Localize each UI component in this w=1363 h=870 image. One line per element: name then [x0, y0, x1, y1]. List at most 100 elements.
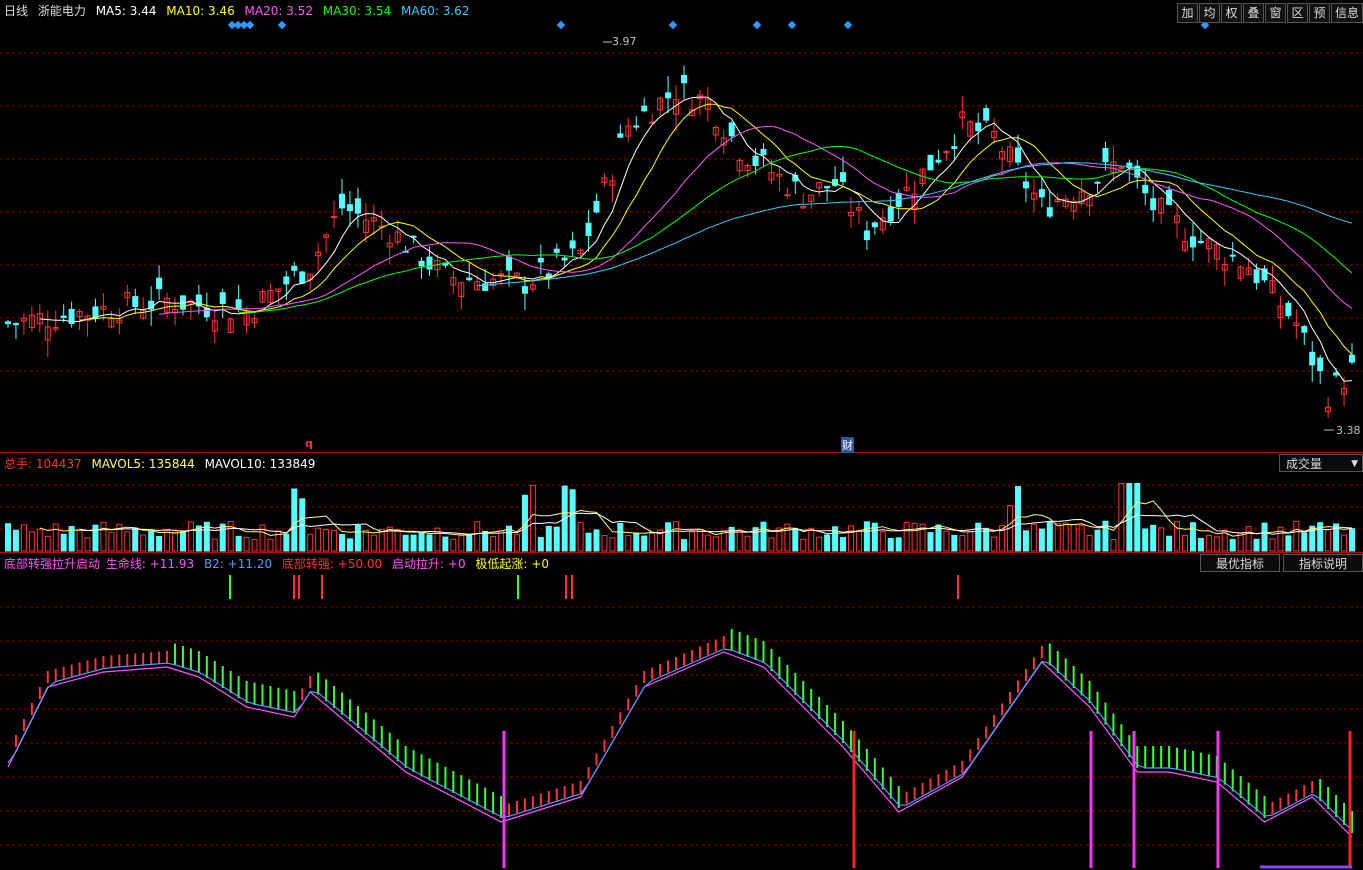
toolbar-overlay-button[interactable]: 叠: [1243, 3, 1264, 23]
candle-body: [633, 125, 640, 128]
volume-bar: [331, 530, 338, 552]
candle-body: [1349, 354, 1355, 363]
volume-bar: [36, 528, 43, 552]
volume-bar: [1022, 530, 1029, 552]
volume-bar: [354, 524, 361, 552]
volume-bar: [1317, 522, 1324, 552]
volume-bar: [466, 534, 473, 552]
candle-body: [975, 122, 982, 132]
volume-bar: [1341, 534, 1348, 552]
indicator-chart[interactable]: [0, 553, 1363, 870]
toolbar-window-button[interactable]: 窗: [1265, 3, 1286, 23]
volume-bar: [1197, 537, 1204, 552]
candle-body: [728, 122, 735, 137]
volume-bar: [633, 532, 640, 552]
indicator-description-button[interactable]: 指标说明: [1283, 554, 1363, 572]
volume-bar: [577, 522, 584, 552]
candle-body: [1014, 147, 1021, 163]
candle-body: [1166, 189, 1173, 205]
candle-body: [545, 273, 552, 278]
candle-body: [665, 92, 672, 99]
volume-bar: [863, 521, 870, 552]
candle-body: [498, 273, 505, 276]
volume-bar: [1181, 534, 1188, 552]
high-price-label: 3.97: [612, 35, 637, 48]
volume-bar: [840, 537, 847, 552]
volume-bar: [609, 537, 616, 552]
candle-body: [553, 248, 560, 253]
q-marker[interactable]: q: [305, 437, 313, 450]
volume-bar: [951, 534, 958, 552]
toolbar-range-button[interactable]: 区: [1287, 3, 1308, 23]
volume-bar: [1349, 528, 1355, 552]
volume-bar: [267, 538, 274, 552]
volume-bar: [179, 530, 186, 552]
volume-bar: [243, 536, 250, 552]
volume-bar: [625, 535, 632, 552]
best-indicator-button[interactable]: 最优指标: [1200, 554, 1280, 572]
volume-bar: [911, 522, 918, 552]
volume-bar: [394, 529, 401, 552]
candle-body: [1046, 207, 1053, 217]
volume-bar: [76, 529, 83, 552]
volume-bar: [720, 530, 727, 552]
candle-body: [1038, 189, 1045, 198]
volume-bar: [482, 530, 489, 552]
volume-bar: [172, 531, 179, 552]
volume-bar: [903, 521, 910, 552]
finance-marker[interactable]: 财: [841, 437, 854, 453]
volume-bar: [339, 534, 346, 552]
volume-bar: [927, 532, 934, 552]
toolbar-add-button[interactable]: 加: [1177, 3, 1198, 23]
volume-bar: [1189, 522, 1196, 552]
toolbar-forecast-button[interactable]: 预: [1309, 3, 1330, 23]
volume-bar: [768, 537, 775, 552]
volume-bar: [1253, 538, 1260, 552]
volume-bar: [959, 535, 966, 552]
ma5-line: [39, 96, 1353, 382]
candle-body: [943, 151, 950, 154]
volume-bar: [1110, 538, 1117, 552]
candle-body: [760, 148, 767, 155]
signal-diamond-icon: [752, 20, 762, 30]
candle-body: [1102, 148, 1109, 163]
volume-header: 总手: 104437 MAVOL5: 135844 MAVOL10: 13384…: [4, 456, 321, 472]
volume-bar: [824, 534, 831, 552]
volume-panel[interactable]: 总手: 104437 MAVOL5: 135844 MAVOL10: 13384…: [0, 453, 1363, 553]
candlestick-chart[interactable]: [0, 0, 1363, 452]
candle-body: [561, 257, 568, 261]
candle-body: [784, 194, 791, 197]
volume-bar: [378, 529, 385, 552]
signal-diamond-icon: [245, 20, 255, 30]
candle-body: [5, 321, 11, 325]
mavol10-line: [79, 512, 1353, 535]
indicator-panel[interactable]: 底部转强拉升启动 生命线: +11.93 B2: +11.20 底部转强: +5…: [0, 553, 1363, 870]
volume-bar: [410, 534, 417, 552]
volume-bar: [943, 530, 950, 552]
volume-bar: [187, 521, 194, 552]
volume-indicator-select[interactable]: 成交量 ▼: [1279, 454, 1363, 472]
volume-bar: [52, 523, 59, 552]
candle-body: [466, 277, 473, 281]
volume-bar: [1229, 539, 1236, 552]
candle-body: [1309, 351, 1316, 366]
volume-bar: [760, 521, 767, 552]
price-panel[interactable]: 日线 浙能电力 MA5: 3.44 MA10: 3.46 MA20: 3.52 …: [0, 0, 1363, 453]
volume-bar: [569, 489, 576, 552]
volume-bar: [84, 537, 91, 552]
mavol10-label: MAVOL10: 133849: [204, 457, 316, 471]
candle-body: [339, 193, 346, 209]
volume-bar: [1150, 524, 1157, 552]
volume-bar: [680, 539, 687, 552]
volume-bar: [808, 527, 815, 552]
ma20-label: MA20: 3.52: [244, 4, 313, 18]
toolbar-average-button[interactable]: 均: [1199, 3, 1220, 23]
volume-bar: [879, 531, 886, 552]
candle-body: [299, 271, 306, 284]
candle-body: [871, 222, 878, 228]
volume-bar: [983, 527, 990, 552]
toolbar-info-button[interactable]: 信息: [1331, 3, 1363, 23]
candle-body: [1142, 184, 1149, 194]
toolbar-rights-button[interactable]: 权: [1221, 3, 1242, 23]
volume-bar: [553, 526, 560, 552]
